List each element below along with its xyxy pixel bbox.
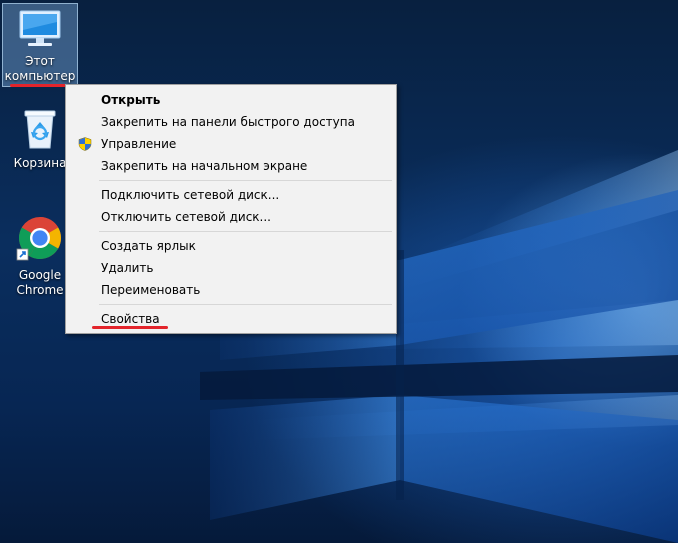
menu-separator (99, 180, 392, 181)
highlight-underline (92, 326, 168, 329)
recycle-bin-icon (24, 110, 56, 149)
desktop-icon-label: Этот компьютер (4, 54, 76, 83)
menu-separator (99, 304, 392, 305)
menu-item-pin-quick-access[interactable]: Закрепить на панели быстрого доступа (68, 111, 394, 133)
desktop[interactable]: Этот компьютер Корзина Google Chrome Отк… (0, 0, 678, 543)
menu-item-create-shortcut[interactable]: Создать ярлык (68, 235, 394, 257)
highlight-underline (10, 84, 70, 87)
menu-item-manage[interactable]: Управление (68, 133, 394, 155)
monitor-icon (19, 10, 61, 46)
menu-item-map-network-drive[interactable]: Подключить сетевой диск... (68, 184, 394, 206)
menu-item-delete[interactable]: Удалить (68, 257, 394, 279)
chrome-icon (16, 217, 62, 261)
menu-item-pin-start[interactable]: Закрепить на начальном экране (68, 155, 394, 177)
menu-item-disconnect-network-drive[interactable]: Отключить сетевой диск... (68, 206, 394, 228)
context-menu: Открыть Закрепить на панели быстрого дос… (65, 84, 397, 334)
menu-item-label: Управление (101, 137, 177, 151)
menu-item-rename[interactable]: Переименовать (68, 279, 394, 301)
desktop-icon-this-pc[interactable]: Этот компьютер (2, 3, 78, 87)
menu-separator (99, 231, 392, 232)
uac-shield-icon (78, 137, 92, 151)
menu-item-open[interactable]: Открыть (68, 89, 394, 111)
